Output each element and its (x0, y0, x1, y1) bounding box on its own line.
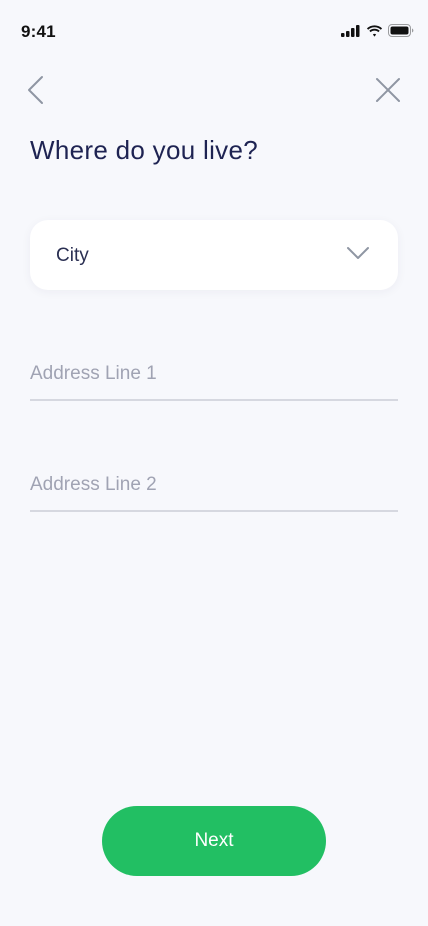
address-line-2-input[interactable] (30, 460, 398, 510)
city-dropdown-label: City (56, 245, 89, 266)
address-line-2-field (30, 460, 398, 512)
page-title: Where do you live? (30, 135, 258, 165)
chevron-down-icon (347, 247, 369, 259)
status-icons (341, 24, 414, 37)
address-line-1-field (30, 349, 398, 401)
status-bar: 9:41 (0, 0, 428, 60)
signal-icon (341, 24, 360, 37)
close-icon[interactable] (374, 76, 402, 104)
status-time: 9:41 (21, 22, 56, 41)
chevron-left-icon[interactable] (24, 74, 50, 106)
city-dropdown[interactable]: City (30, 220, 398, 290)
battery-icon (388, 24, 414, 37)
wifi-icon (366, 24, 383, 37)
next-button[interactable]: Next (102, 806, 326, 876)
address-line-1-input[interactable] (30, 349, 398, 399)
